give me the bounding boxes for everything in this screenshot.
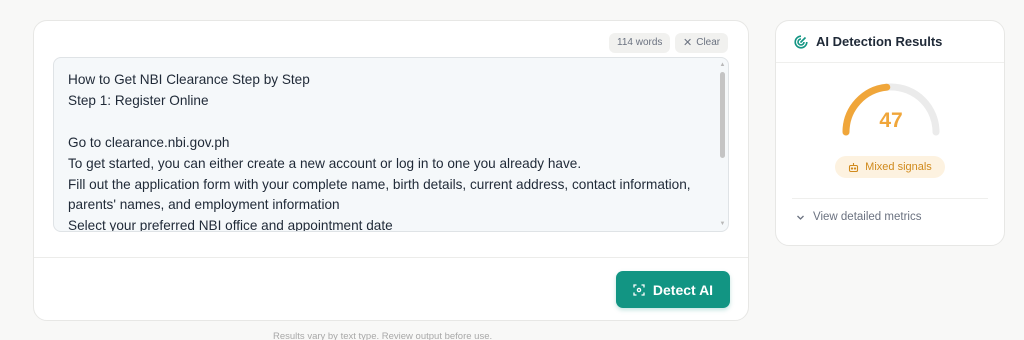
scrollbar[interactable]: ▲ ▼ — [719, 62, 726, 228]
results-divider — [792, 198, 988, 199]
detect-ai-button[interactable]: Detect AI — [616, 271, 730, 308]
divider — [34, 257, 748, 258]
robot-icon — [849, 162, 859, 172]
disclaimer-text: Results vary by text type. Review output… — [273, 331, 493, 340]
text-input[interactable]: How to Get NBI Clearance Step by Step St… — [53, 57, 729, 232]
clear-label: Clear — [696, 37, 721, 48]
scrollbar-thumb[interactable] — [720, 72, 725, 158]
view-metrics-label: View detailed metrics — [813, 211, 922, 223]
word-count-text: 114 words — [617, 37, 663, 48]
view-metrics-toggle[interactable]: View detailed metrics — [796, 211, 921, 223]
scroll-up-icon[interactable]: ▲ — [719, 62, 726, 69]
results-header: AI Detection Results — [776, 21, 1004, 63]
radar-icon — [794, 34, 808, 49]
score-value: 47 — [879, 109, 903, 132]
editor-card: 114 words ✕ Clear How to Get NBI Clearan… — [33, 20, 749, 321]
detect-ai-label: Detect AI — [652, 281, 714, 298]
chevron-down-icon — [797, 215, 804, 220]
clear-button[interactable]: ✕ Clear — [675, 33, 729, 53]
scroll-down-icon[interactable]: ▼ — [719, 221, 726, 228]
text-input-content: How to Get NBI Clearance Step by Step St… — [68, 72, 691, 232]
word-count-badge: 114 words — [609, 33, 671, 53]
results-title: AI Detection Results — [816, 34, 943, 49]
scan-icon — [633, 283, 645, 296]
status-badge-label: Mixed signals — [865, 161, 932, 173]
close-icon: ✕ — [683, 36, 693, 49]
status-badge: Mixed signals — [835, 156, 945, 178]
results-card: AI Detection Results 47 Mixed signals Vi… — [775, 20, 1005, 246]
